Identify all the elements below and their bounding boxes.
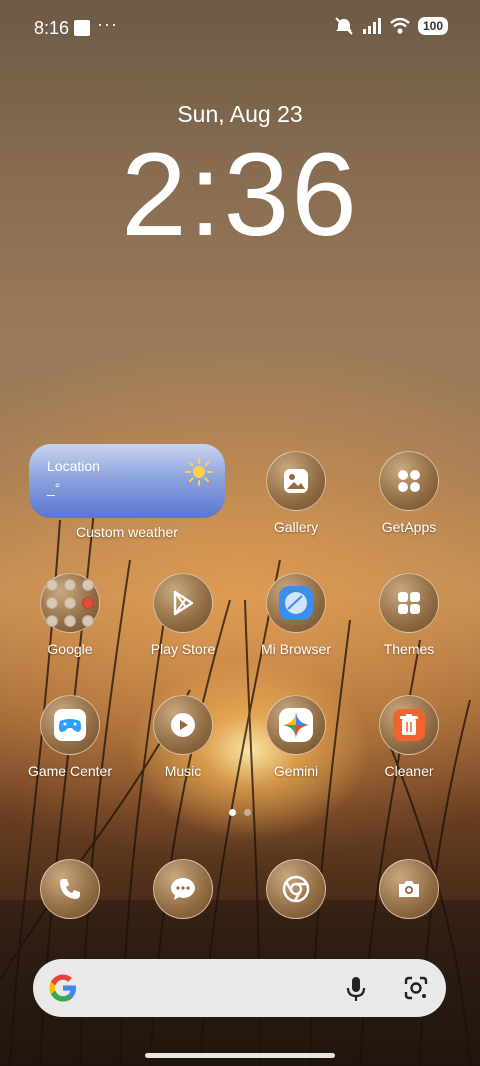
play-store-icon [153, 573, 213, 633]
camera-icon [379, 859, 439, 919]
status-bar: 8:16 ··· 100 [0, 0, 480, 56]
mini-app-icon [64, 615, 76, 627]
themes-icon [379, 573, 439, 633]
getapps-icon [379, 451, 439, 511]
app-themes[interactable]: Themes [353, 573, 465, 657]
app-gallery[interactable]: Gallery [240, 451, 352, 535]
google-search-bar[interactable] [33, 959, 446, 1017]
app-game-center[interactable]: Game Center [14, 695, 126, 779]
app-label: GetApps [381, 519, 437, 535]
music-icon [153, 695, 213, 755]
app-label: Gallery [273, 519, 319, 535]
gallery-icon [266, 451, 326, 511]
status-time: 8:16 [34, 18, 70, 38]
mini-app-icon [82, 615, 94, 627]
mini-app-icon [46, 615, 58, 627]
status-icons: 100 [334, 17, 448, 35]
mini-app-icon [46, 597, 58, 609]
mini-app-icon [46, 579, 58, 591]
phone-icon [40, 859, 100, 919]
app-label: Play Store [150, 641, 216, 657]
app-label: Music [164, 763, 202, 779]
mini-app-icon [82, 597, 94, 609]
weather-temperature: _° [47, 480, 61, 496]
mini-app-icon [82, 579, 94, 591]
page-indicator [0, 809, 480, 816]
app-label: Themes [383, 641, 435, 657]
app-label: Cleaner [384, 763, 434, 779]
dock-phone[interactable] [14, 859, 126, 919]
gemini-icon [266, 695, 326, 755]
browser-icon [266, 573, 326, 633]
microphone-icon[interactable] [343, 975, 369, 1003]
signal-icon [362, 18, 381, 34]
gesture-navigation-bar[interactable] [145, 1053, 335, 1058]
google-lens-icon[interactable] [403, 975, 429, 1001]
app-label: Gemini [273, 763, 319, 779]
dock-messages[interactable] [127, 859, 239, 919]
folder-icon [40, 573, 100, 633]
messages-icon [153, 859, 213, 919]
dock-camera[interactable] [353, 859, 465, 919]
wifi-icon [390, 18, 410, 34]
gamepad-icon [40, 695, 100, 755]
clock-time: 2:36 [121, 129, 359, 261]
more-notifications-icon: ··· [97, 14, 118, 34]
app-cleaner[interactable]: Cleaner [353, 695, 465, 779]
dock-chrome[interactable] [240, 859, 352, 919]
mini-app-icon [64, 597, 76, 609]
mute-icon [335, 17, 353, 35]
app-label: Mi Browser [260, 641, 331, 657]
mini-app-icon [64, 579, 76, 591]
notification-icon [74, 20, 90, 36]
folder-google[interactable]: Google [14, 573, 126, 657]
app-label: Game Center [27, 763, 113, 779]
app-gemini[interactable]: Gemini [240, 695, 352, 779]
app-label: Google [47, 641, 93, 657]
sun-icon [185, 458, 213, 486]
app-getapps[interactable]: GetApps [353, 451, 465, 535]
chrome-icon [266, 859, 326, 919]
trash-icon [379, 695, 439, 755]
date-text: Sun, Aug 23 [177, 101, 303, 127]
page-dot-active[interactable] [229, 809, 236, 816]
weather-location: Location [47, 458, 100, 474]
app-mi-browser[interactable]: Mi Browser [240, 573, 352, 657]
app-play-store[interactable]: Play Store [127, 573, 239, 657]
app-music[interactable]: Music [127, 695, 239, 779]
page-dot[interactable] [244, 809, 251, 816]
battery-indicator: 100 [417, 17, 448, 35]
weather-widget-label: Custom weather [76, 524, 178, 540]
google-logo-icon [49, 974, 76, 1002]
weather-widget[interactable]: Location _° [29, 444, 225, 518]
